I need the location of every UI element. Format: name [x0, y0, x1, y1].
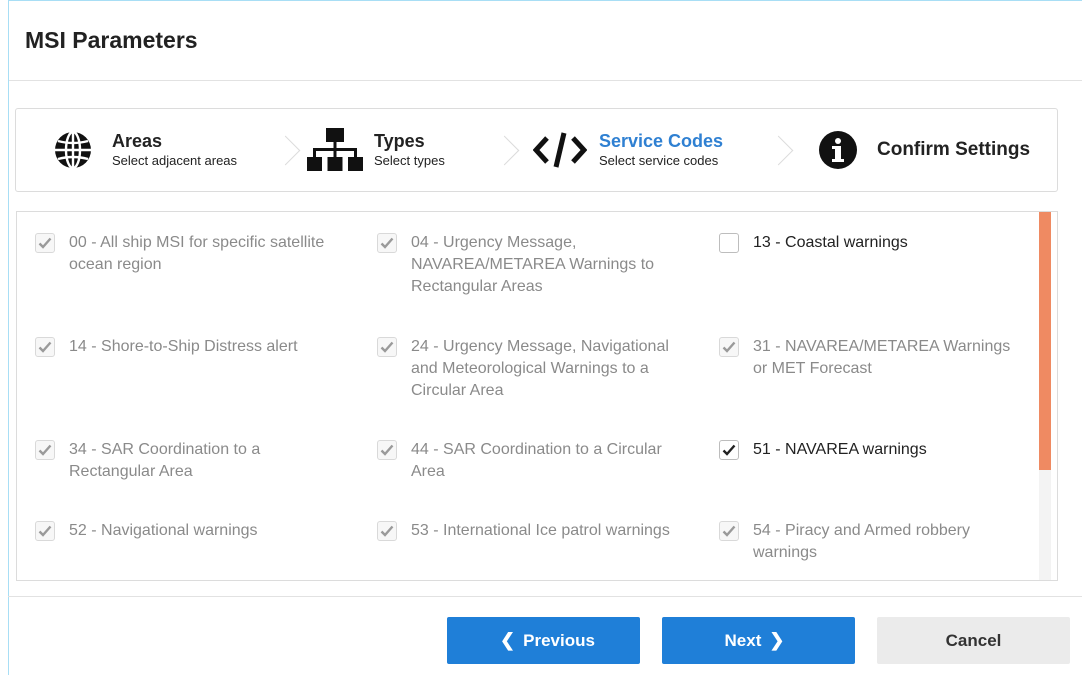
service-code-option: 54 - Piracy and Armed robbery warnings — [719, 520, 1013, 564]
dialog-header: MSI Parameters — [9, 1, 1082, 81]
service-code-label: 04 - Urgency Message, NAVAREA/METAREA Wa… — [411, 234, 655, 295]
service-code-option: 53 - International Ice patrol warnings — [377, 520, 671, 542]
service-code-label: 44 - SAR Coordination to a Circular Area — [411, 441, 662, 480]
checkmark-icon — [380, 444, 394, 456]
checkmark-icon — [380, 237, 394, 249]
checkbox-checked — [35, 521, 55, 541]
info-circle-icon — [809, 130, 867, 170]
step-types[interactable]: Types Select types — [286, 109, 505, 191]
step-confirm-settings-title: Confirm Settings — [877, 139, 1031, 160]
cancel-button-label: Cancel — [945, 630, 1002, 650]
checkmark-icon — [38, 444, 52, 456]
next-button-label: Next — [724, 630, 762, 650]
chevron-right-icon: ❯ — [769, 630, 785, 650]
code-icon — [531, 130, 589, 170]
checkbox-checked — [377, 337, 397, 357]
service-code-option[interactable]: 51 - NAVAREA warnings — [719, 439, 1013, 461]
step-areas[interactable]: Areas Select adjacent areas — [16, 109, 286, 191]
service-code-option: 14 - Shore-to-Ship Distress alert — [35, 336, 329, 358]
step-types-description: Select types — [374, 153, 445, 168]
service-code-label: 00 - All ship MSI for specific satellite… — [69, 234, 325, 273]
checkmark-icon — [38, 525, 52, 537]
checkbox-checked — [35, 337, 55, 357]
service-code-label: 31 - NAVAREA/METAREA Warnings or MET For… — [753, 338, 1011, 377]
checkbox-checked — [35, 440, 55, 460]
checkmark-icon — [722, 525, 736, 537]
step-service-codes[interactable]: Service Codes Select service codes — [505, 109, 779, 191]
step-service-codes-title: Service Codes — [599, 131, 724, 151]
checkbox-checked — [35, 233, 55, 253]
checkbox-checked — [377, 521, 397, 541]
step-areas-description: Select adjacent areas — [112, 153, 238, 168]
service-code-option: 52 - Navigational warnings — [35, 520, 329, 542]
step-service-codes-description: Select service codes — [599, 153, 719, 168]
service-code-option: 00 - All ship MSI for specific satellite… — [35, 232, 329, 276]
service-code-label: 52 - Navigational warnings — [69, 522, 258, 539]
checkmark-icon — [380, 341, 394, 353]
service-code-label: 14 - Shore-to-Ship Distress alert — [69, 338, 298, 355]
checkbox-checked — [377, 233, 397, 253]
service-codes-grid: 00 - All ship MSI for specific satellite… — [17, 212, 1041, 580]
service-code-option: 34 - SAR Coordination to a Rectangular A… — [35, 439, 329, 483]
scrollbar-thumb[interactable] — [1039, 212, 1051, 470]
globe-icon — [44, 130, 102, 170]
checkbox-checked[interactable] — [719, 440, 739, 460]
checkbox-checked — [377, 440, 397, 460]
dialog-footer: ❮ Previous Next ❯ Cancel — [8, 596, 1082, 675]
step-confirm-settings[interactable]: Confirm Settings — [779, 109, 1057, 191]
service-code-option: 04 - Urgency Message, NAVAREA/METAREA Wa… — [377, 232, 671, 298]
next-button[interactable]: Next ❯ — [662, 617, 855, 664]
service-code-option: 24 - Urgency Message, Navigational and M… — [377, 336, 671, 402]
checkmark-icon — [38, 237, 52, 249]
cancel-button[interactable]: Cancel — [877, 617, 1070, 664]
checkmark-icon — [380, 525, 394, 537]
previous-button-label: Previous — [523, 630, 595, 650]
service-code-option: 44 - SAR Coordination to a Circular Area — [377, 439, 671, 483]
service-code-option: 31 - NAVAREA/METAREA Warnings or MET For… — [719, 336, 1013, 380]
checkbox-checked — [719, 521, 739, 541]
checkbox-unchecked[interactable] — [719, 233, 739, 253]
service-code-label: 13 - Coastal warnings — [753, 234, 908, 251]
checkmark-icon — [722, 341, 736, 353]
checkbox-checked — [719, 337, 739, 357]
wizard-steps: Areas Select adjacent areas Types Select… — [15, 108, 1058, 192]
step-areas-title: Areas — [112, 131, 163, 151]
service-code-option[interactable]: 13 - Coastal warnings — [719, 232, 1013, 254]
dialog-title: MSI Parameters — [25, 27, 198, 53]
step-types-title: Types — [374, 131, 425, 151]
checkmark-icon — [38, 341, 52, 353]
service-codes-panel: 00 - All ship MSI for specific satellite… — [16, 211, 1058, 581]
service-code-label: 24 - Urgency Message, Navigational and M… — [411, 338, 669, 399]
sitemap-icon — [306, 128, 364, 172]
service-code-label: 53 - International Ice patrol warnings — [411, 522, 670, 539]
previous-button[interactable]: ❮ Previous — [447, 617, 640, 664]
checkmark-icon — [722, 444, 736, 456]
service-code-label: 51 - NAVAREA warnings — [753, 441, 927, 458]
scrollbar[interactable] — [1039, 212, 1051, 580]
chevron-left-icon: ❮ — [500, 630, 516, 650]
service-code-label: 34 - SAR Coordination to a Rectangular A… — [69, 441, 261, 480]
service-code-label: 54 - Piracy and Armed robbery warnings — [753, 522, 970, 561]
